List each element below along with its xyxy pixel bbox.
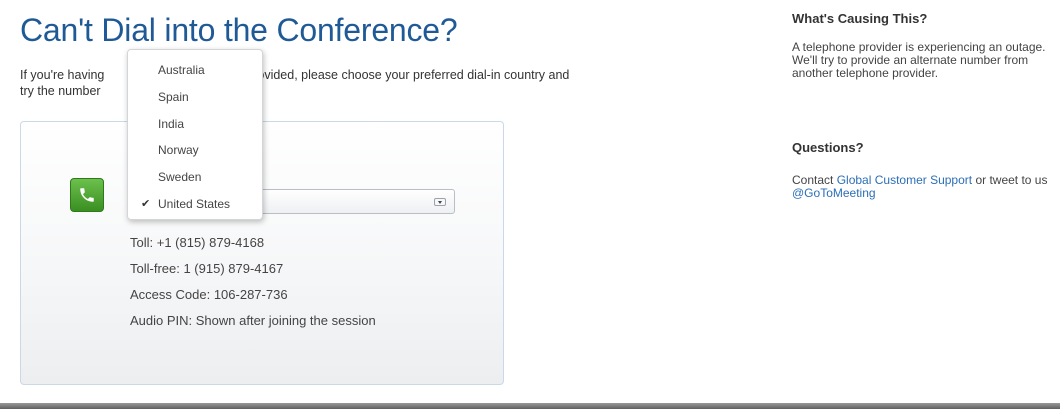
contact-middle: or tweet to us bbox=[972, 173, 1048, 187]
access-code: Access Code: 106-287-736 bbox=[130, 287, 288, 302]
dial-in-details: Toll: +1 (815) 879-4168 Toll-free: 1 (91… bbox=[130, 235, 376, 339]
country-option-spain[interactable]: Spain bbox=[128, 84, 262, 111]
checkmark-icon: ✔ bbox=[141, 197, 151, 210]
page-title: Can't Dial into the Conference? bbox=[20, 12, 458, 48]
country-option-india[interactable]: India bbox=[128, 111, 262, 138]
questions-heading: Questions? bbox=[792, 140, 864, 155]
causing-text: A telephone provider is experiencing an … bbox=[792, 40, 1046, 80]
intro-text-part3: try the number bbox=[20, 84, 101, 98]
phone-icon bbox=[70, 178, 104, 212]
country-option-united-states[interactable]: ✔ United States bbox=[128, 191, 262, 218]
causing-heading: What's Causing This? bbox=[792, 11, 928, 26]
chevron-down-icon[interactable] bbox=[434, 198, 446, 206]
contact-text: Contact Global Customer Support or tweet… bbox=[792, 174, 1057, 200]
toll-number: Toll: +1 (815) 879-4168 bbox=[130, 235, 265, 250]
country-option-label: United States bbox=[158, 196, 231, 211]
country-option-australia[interactable]: Australia bbox=[128, 57, 262, 84]
country-option-norway[interactable]: Norway bbox=[128, 137, 262, 164]
intro-text-part1: If you're having bbox=[20, 68, 105, 82]
twitter-link[interactable]: @GoToMeeting bbox=[792, 186, 876, 200]
toll-free-number: Toll-free: 1 (915) 879-4167 bbox=[130, 261, 284, 276]
country-dropdown-menu[interactable]: Australia Spain India Norway Sweden ✔ Un… bbox=[127, 49, 263, 220]
contact-prefix: Contact bbox=[792, 173, 837, 187]
country-option-sweden[interactable]: Sweden bbox=[128, 164, 262, 191]
bottom-divider bbox=[0, 403, 1060, 409]
audio-pin: Audio PIN: Shown after joining the sessi… bbox=[130, 313, 376, 328]
phone-handset-glyph bbox=[80, 188, 94, 202]
global-support-link[interactable]: Global Customer Support bbox=[837, 173, 972, 187]
